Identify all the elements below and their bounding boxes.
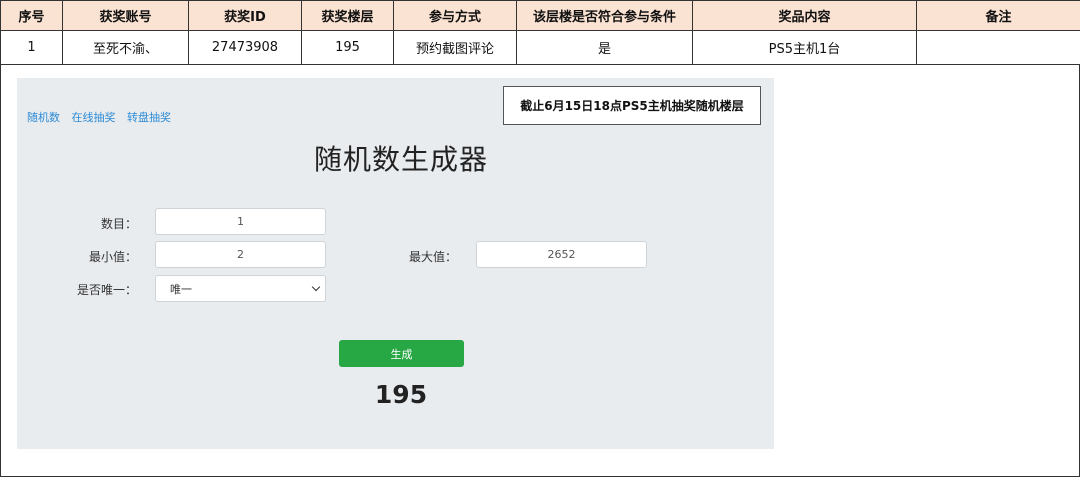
header-prize: 奖品内容 — [692, 0, 917, 31]
max-label: 最大值： — [408, 250, 457, 264]
nav-link-wheel-lottery[interactable]: 转盘抽奖 — [127, 111, 171, 124]
header-eligible: 该层楼是否符合参与条件 — [516, 0, 693, 31]
count-label: 数目： — [100, 217, 137, 231]
nav-links: 随机数 在线抽奖 转盘抽奖 — [27, 109, 179, 125]
count-input[interactable] — [155, 208, 326, 235]
header-index: 序号 — [0, 0, 63, 31]
generate-button[interactable]: 生成 — [339, 340, 464, 367]
cell-account: 至死不渝、 — [62, 30, 189, 65]
cell-id: 27473908 — [188, 30, 302, 65]
random-generator-panel: 随机数 在线抽奖 转盘抽奖 截止6月15日18点PS5主机抽奖随机楼层 随机数生… — [17, 78, 774, 449]
header-id: 获奖ID — [188, 0, 302, 31]
page-title: 随机数生成器 — [313, 143, 488, 176]
header-remark: 备注 — [916, 0, 1080, 31]
cell-index: 1 — [0, 30, 63, 65]
unique-select[interactable]: 唯一 — [155, 275, 326, 302]
header-floor: 获奖楼层 — [301, 0, 394, 31]
notice-text: 截止6月15日18点PS5主机抽奖随机楼层 — [520, 99, 744, 113]
generate-button-label: 生成 — [390, 347, 413, 361]
cell-floor: 195 — [301, 30, 394, 65]
cell-eligible: 是 — [516, 30, 693, 65]
nav-link-online-lottery[interactable]: 在线抽奖 — [72, 111, 116, 124]
table-row: 1 至死不渝、 27473908 195 预约截图评论 是 PS5主机1台 — [0, 30, 1080, 65]
min-input[interactable] — [155, 241, 326, 268]
header-account: 获奖账号 — [62, 0, 189, 31]
table-header-row: 序号 获奖账号 获奖ID 获奖楼层 参与方式 该层楼是否符合参与条件 奖品内容 … — [0, 0, 1080, 31]
chevron-down-icon — [311, 282, 321, 292]
nav-link-random-number[interactable]: 随机数 — [27, 111, 60, 124]
header-method: 参与方式 — [393, 0, 517, 31]
unique-label: 是否唯一： — [76, 283, 137, 297]
max-input[interactable] — [476, 241, 647, 268]
notice-box: 截止6月15日18点PS5主机抽奖随机楼层 — [503, 86, 761, 125]
cell-remark — [916, 30, 1080, 65]
winners-table: 序号 获奖账号 获奖ID 获奖楼层 参与方式 该层楼是否符合参与条件 奖品内容 … — [0, 0, 1080, 65]
unique-select-value: 唯一 — [170, 282, 192, 296]
min-label: 最小值： — [88, 250, 137, 264]
cell-prize: PS5主机1台 — [692, 30, 917, 65]
result-number: 195 — [374, 380, 428, 409]
cell-method: 预约截图评论 — [393, 30, 517, 65]
